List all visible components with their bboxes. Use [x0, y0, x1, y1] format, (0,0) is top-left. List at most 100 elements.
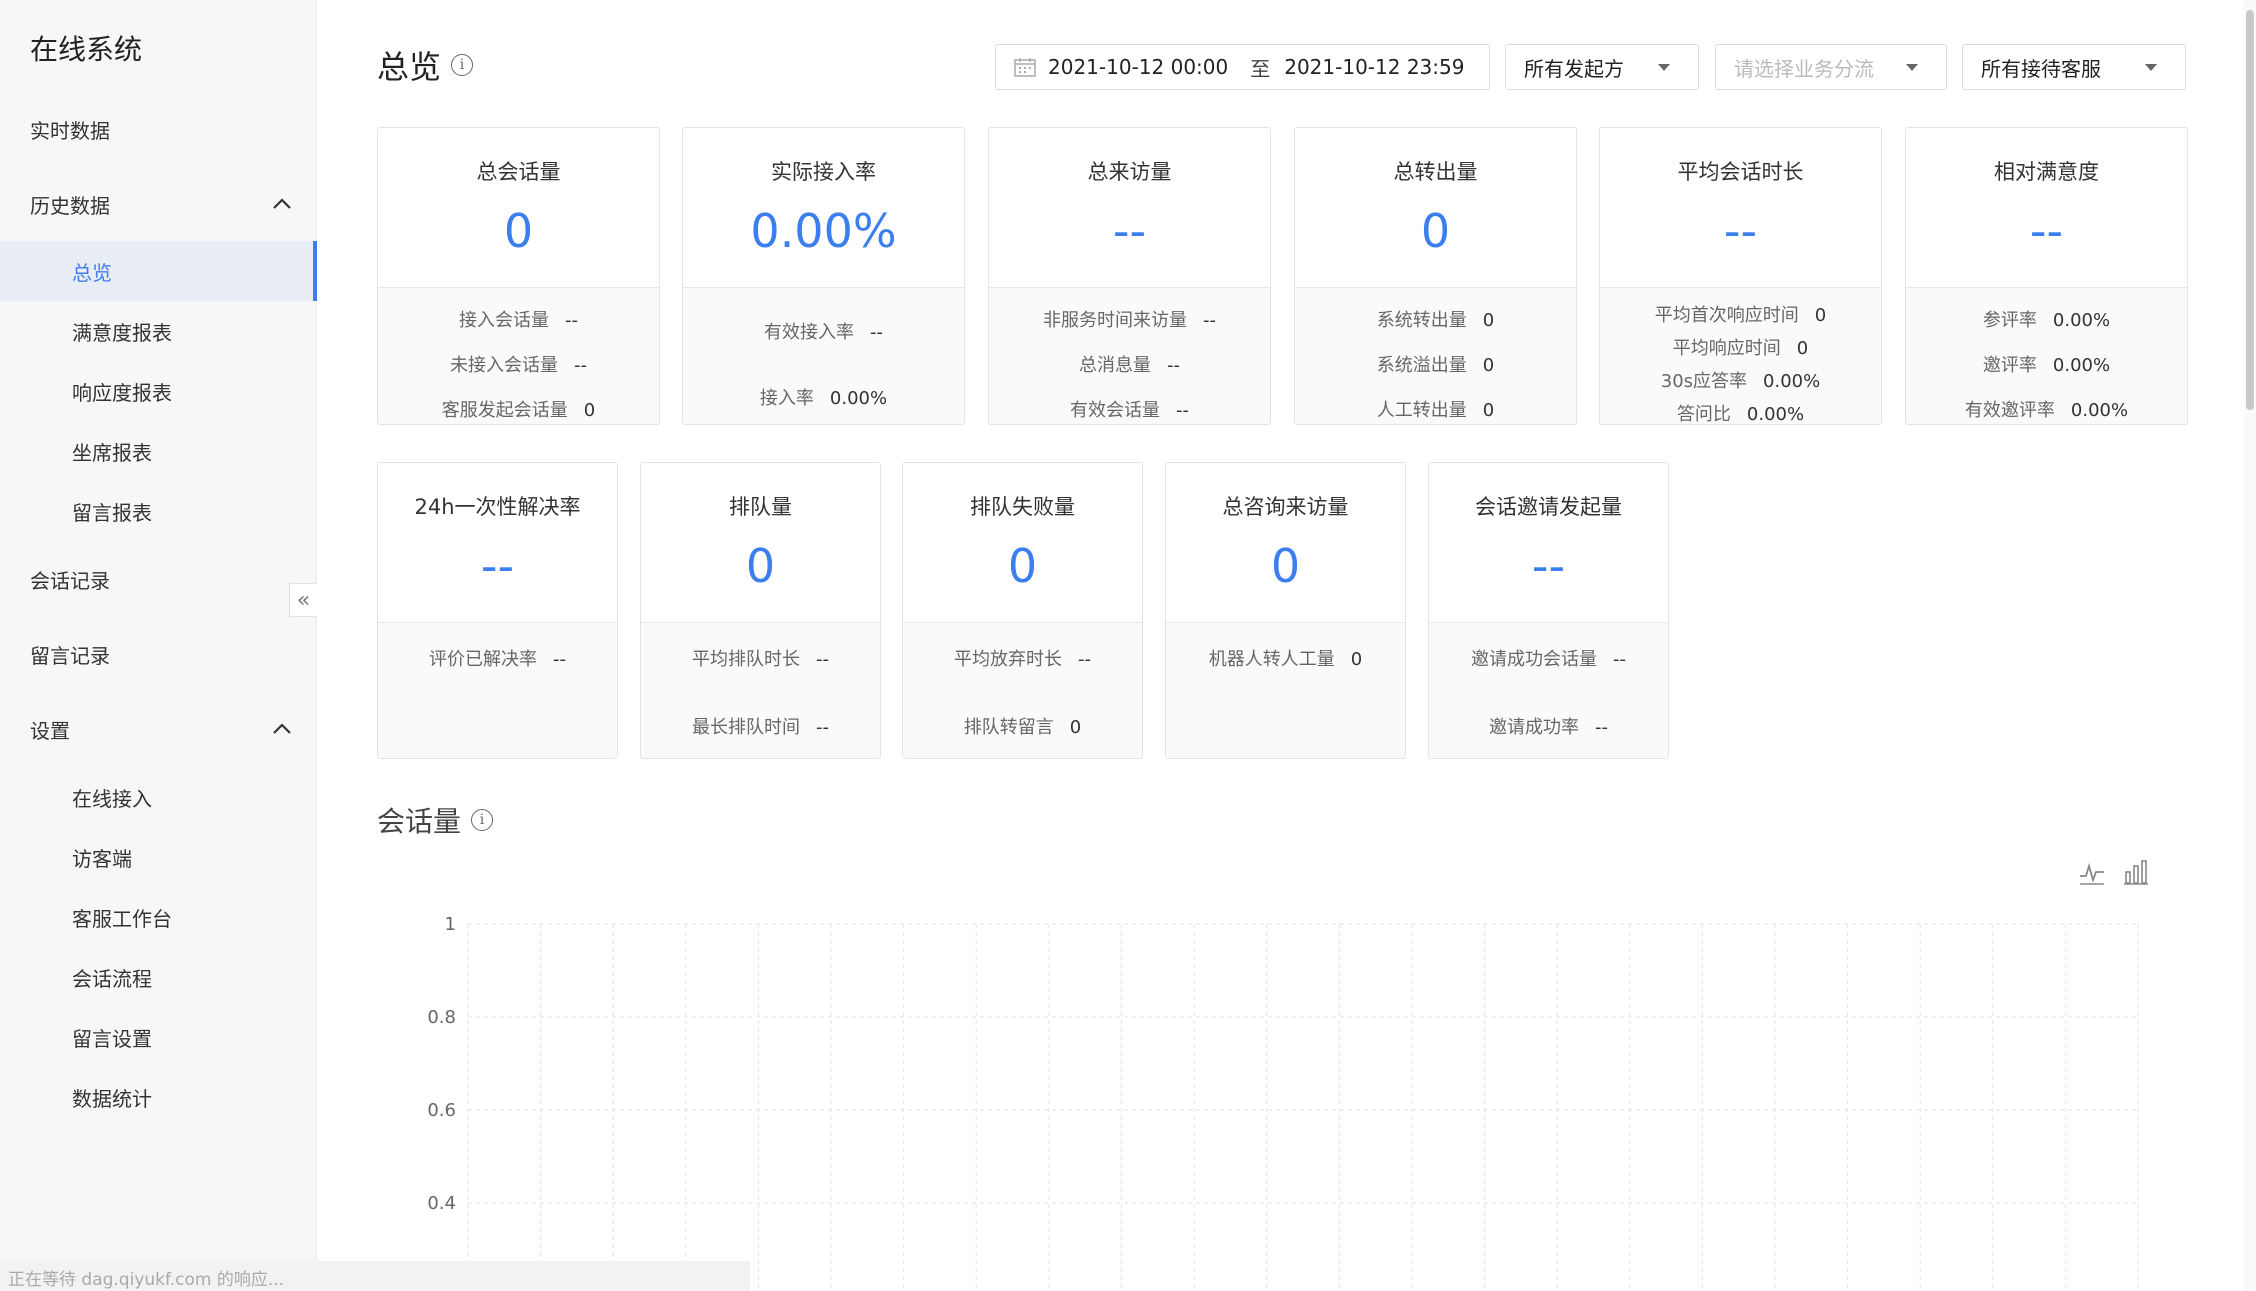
stat-metric-value: 0 — [583, 400, 596, 421]
business-select[interactable]: 请选择业务分流 — [1715, 44, 1947, 90]
sidebar-item-realtime[interactable]: 实时数据 — [0, 99, 317, 159]
stat-card-value: 0 — [1007, 539, 1038, 593]
sidebar-item-message-records[interactable]: 留言记录 — [0, 624, 317, 684]
sidebar-item-history[interactable]: 历史数据 — [0, 174, 317, 234]
stat-metric-value: 0.00% — [829, 388, 888, 409]
stat-card-metrics: 平均排队时长 -- 最长排队时间 -- — [641, 623, 880, 758]
sidebar-item-response-report[interactable]: 响应度报表 — [0, 361, 317, 421]
section-title-session-volume: 会话量 i — [377, 800, 494, 840]
stat-card-header: 总咨询来访量 0 — [1166, 463, 1405, 623]
sidebar-item-data-statistics[interactable]: 数据统计 — [0, 1067, 317, 1127]
stat-card: 总咨询来访量 0 机器人转人工量 0 — [1165, 462, 1406, 759]
browser-status-bar: 正在等待 dag.qiyukf.com 的响应... — [0, 1261, 750, 1291]
info-icon[interactable]: i — [471, 809, 494, 831]
stat-card-header: 会话邀请发起量 -- — [1429, 463, 1668, 623]
stat-metric-value: 0 — [1482, 355, 1495, 376]
sidebar-item-label: 设置 — [30, 718, 70, 743]
stat-metric-label: 邀评率 — [1982, 355, 2037, 376]
sidebar-item-label: 数据统计 — [72, 1086, 152, 1111]
sidebar-item-label: 留言记录 — [30, 643, 110, 668]
stat-card: 排队失败量 0 平均放弃时长 -- 排队转留言 0 — [902, 462, 1143, 759]
sidebar-item-message-report[interactable]: 留言报表 — [0, 481, 317, 541]
stat-card: 平均会话时长 -- 平均首次响应时间 0 平均响应时间 0 30s应答率 0.00% 答问比 0.… — [1599, 127, 1882, 425]
stat-card-value: -- — [1112, 204, 1147, 258]
calendar-icon — [1014, 58, 1036, 77]
sidebar-item-label: 历史数据 — [30, 193, 110, 218]
stat-card: 24h一次性解决率 -- 评价已解决率 -- — [377, 462, 618, 759]
sidebar-item-agent-report[interactable]: 坐席报表 — [0, 421, 317, 481]
stat-metric-label: 邀请成功率 — [1489, 717, 1579, 738]
stat-metric-value: 0 — [1069, 717, 1082, 738]
sidebar-item-label: 坐席报表 — [72, 440, 152, 465]
sidebar-item-session-records[interactable]: 会话记录 — [0, 549, 317, 609]
sidebar-item-visitor-client[interactable]: 访客端 — [0, 827, 317, 887]
stat-metric-row: 答问比 0.00% — [1600, 400, 1881, 425]
sidebar-item-agent-workbench[interactable]: 客服工作台 — [0, 887, 317, 947]
sidebar-item-label: 会话流程 — [72, 966, 152, 991]
stat-card-metrics: 接入会话量 -- 未接入会话量 -- 客服发起会话量 0 — [378, 288, 659, 424]
page-scrollbar[interactable] — [2244, 0, 2256, 1291]
stat-metric-row: 未接入会话量 -- — [378, 351, 659, 377]
stat-metric-row: 有效会话量 -- — [989, 396, 1270, 422]
stat-metric-label: 邀请成功会话量 — [1471, 649, 1597, 670]
stat-metric-row: 邀请成功率 -- — [1429, 713, 1668, 739]
sidebar-item-message-settings[interactable]: 留言设置 — [0, 1007, 317, 1067]
stat-card-value: 0 — [1420, 204, 1451, 258]
stat-card-title: 平均会话时长 — [1677, 160, 1804, 184]
sidebar-item-online-access[interactable]: 在线接入 — [0, 767, 317, 827]
initiator-select[interactable]: 所有发起方 — [1505, 44, 1699, 90]
stat-metric-row: 最长排队时间 -- — [641, 713, 880, 739]
sidebar-item-settings[interactable]: 设置 — [0, 699, 317, 759]
sidebar-item-satisfaction-report[interactable]: 满意度报表 — [0, 301, 317, 361]
stat-card-title: 相对满意度 — [1994, 160, 2099, 184]
stat-card-title: 24h一次性解决率 — [414, 495, 581, 519]
stat-metric-value: -- — [816, 717, 829, 738]
stat-metric-row: 机器人转人工量 0 — [1166, 645, 1405, 671]
caret-down-icon — [2145, 64, 2157, 71]
sidebar-item-label: 实时数据 — [30, 118, 110, 143]
stat-metric-value: -- — [565, 310, 578, 331]
stat-metric-label: 有效接入率 — [764, 322, 854, 343]
date-start[interactable]: 2021-10-12 00:00 — [1048, 55, 1228, 79]
stat-card-metrics: 非服务时间来访量 -- 总消息量 -- 有效会话量 -- — [989, 288, 1270, 424]
sidebar-item-label: 响应度报表 — [72, 380, 172, 405]
stat-metric-label: 评价已解决率 — [429, 649, 537, 670]
section-title-text: 会话量 — [377, 805, 462, 838]
scrollbar-thumb[interactable] — [2246, 10, 2254, 410]
stat-metric-value: 0 — [1796, 338, 1809, 359]
stat-metric-label: 接入会话量 — [459, 310, 549, 331]
stat-metric-value: -- — [1595, 717, 1608, 738]
date-end[interactable]: 2021-10-12 23:59 — [1284, 55, 1464, 79]
sidebar-item-session-flow[interactable]: 会话流程 — [0, 947, 317, 1007]
stat-metric-value: -- — [1176, 400, 1189, 421]
chart-toolbar — [2078, 858, 2150, 886]
info-icon[interactable]: i — [451, 54, 474, 76]
stat-card-header: 实际接入率 0.00% — [683, 128, 964, 288]
stat-metric-label: 系统溢出量 — [1376, 355, 1467, 376]
stat-metric-value: 0 — [1482, 400, 1495, 421]
sidebar-collapse-button[interactable]: « — [289, 583, 317, 617]
agent-select[interactable]: 所有接待客服 — [1962, 44, 2186, 90]
stat-card: 总来访量 -- 非服务时间来访量 -- 总消息量 -- 有效会话量 -- — [988, 127, 1271, 425]
stat-card-value: 0 — [1270, 539, 1301, 593]
stat-metric-row: 总消息量 -- — [989, 351, 1270, 377]
stat-metric-label: 人工转出量 — [1376, 400, 1467, 421]
stat-metric-row: 平均排队时长 -- — [641, 645, 880, 671]
stat-metric-label: 总消息量 — [1079, 355, 1151, 376]
stat-metric-value: -- — [553, 649, 566, 670]
stat-metric-row: 排队转留言 0 — [903, 713, 1142, 739]
stat-card-metrics: 有效接入率 -- 接入率 0.00% — [683, 288, 964, 424]
stat-metric-row: 接入会话量 -- — [378, 306, 659, 332]
stat-metric-value: -- — [1078, 649, 1091, 670]
sidebar-item-overview[interactable]: 总览 — [0, 241, 317, 301]
chart-y-tick-label: 0.8 — [427, 1007, 456, 1028]
stat-metric-value: 0.00% — [1746, 404, 1805, 425]
stat-card-title: 会话邀请发起量 — [1475, 495, 1622, 519]
stat-metric-row: 接入率 0.00% — [683, 384, 964, 410]
date-range-picker[interactable]: 2021-10-12 00:00 至 2021-10-12 23:59 — [995, 44, 1490, 90]
stat-metric-row: 有效接入率 -- — [683, 318, 964, 344]
stat-card-value: 0.00% — [750, 204, 897, 258]
line-chart-icon[interactable] — [2078, 858, 2106, 886]
bar-chart-icon[interactable] — [2122, 858, 2150, 886]
stat-metric-value: -- — [816, 649, 829, 670]
